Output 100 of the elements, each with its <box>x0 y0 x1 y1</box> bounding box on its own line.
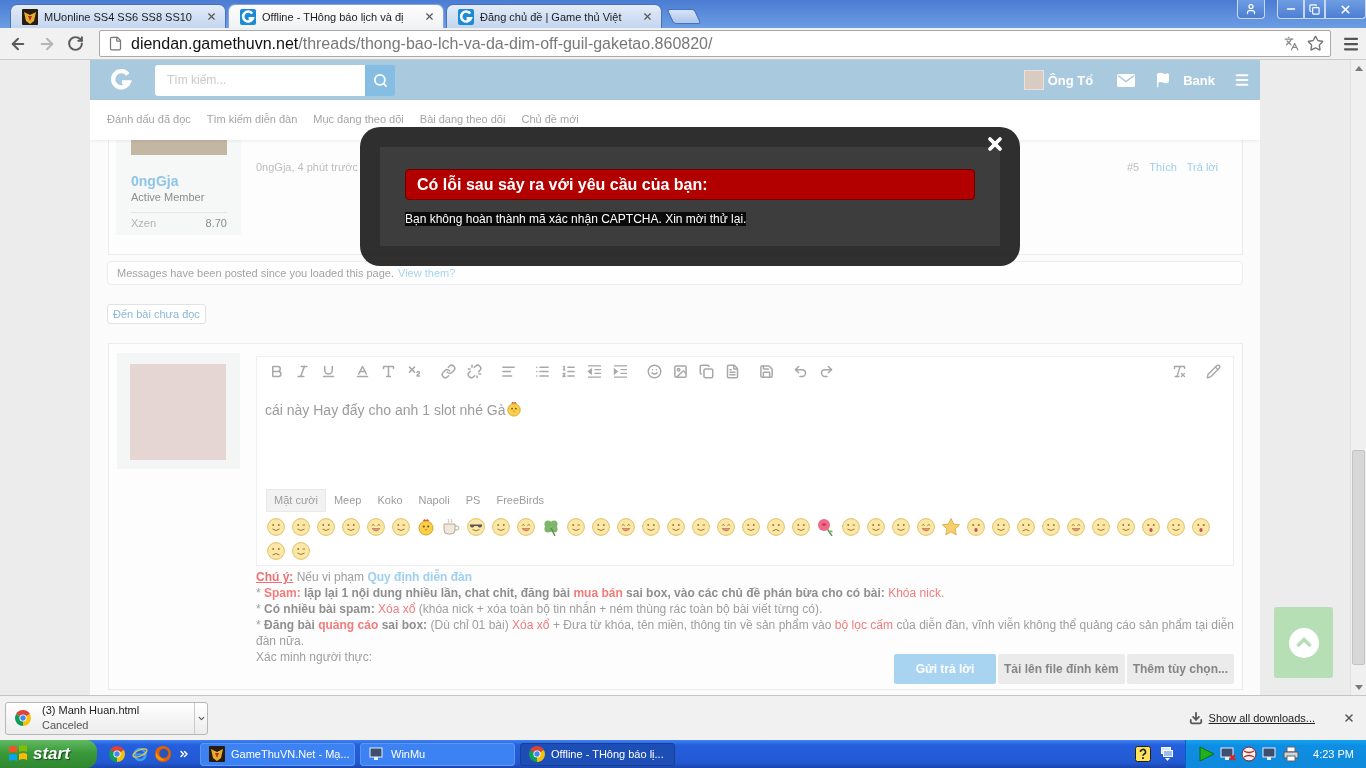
taskbar-button[interactable]: WinMu <box>360 742 515 766</box>
taskbar-button[interactable]: Offline - THông báo lị... <box>520 742 675 766</box>
window-stack-icon[interactable] <box>1161 747 1174 761</box>
unread-button[interactable]: Đến bài chưa đọc <box>107 304 206 324</box>
indent-icon[interactable] <box>613 363 628 379</box>
pencil-icon[interactable] <box>1206 363 1221 379</box>
scrollbar-thumb[interactable] <box>1352 450 1365 665</box>
printer-icon[interactable] <box>1283 746 1300 762</box>
document-icon[interactable] <box>725 363 740 379</box>
font-size-icon[interactable] <box>381 363 396 379</box>
outdent-icon[interactable] <box>587 363 602 379</box>
flag-icon[interactable] <box>1155 72 1172 88</box>
bullet-list-icon[interactable] <box>535 363 550 379</box>
close-icon[interactable] <box>424 11 435 22</box>
underline-icon[interactable] <box>321 363 336 379</box>
close-icon[interactable] <box>985 134 1005 154</box>
link-icon[interactable] <box>441 363 456 379</box>
browser-icon[interactable] <box>109 746 125 762</box>
post-number-link[interactable]: #5 <box>1127 161 1140 173</box>
copy-icon[interactable] <box>699 363 714 379</box>
close-icon[interactable] <box>206 11 217 22</box>
bank-link[interactable]: Bank <box>1183 72 1215 88</box>
image-icon[interactable] <box>673 363 688 379</box>
secondary-button[interactable]: Thêm tùy chọn... <box>1126 654 1234 684</box>
browser-tab[interactable]: Offline - THông báo lịch và đị <box>228 4 444 28</box>
scroll-down-icon[interactable] <box>1354 684 1363 690</box>
smiley-icon[interactable] <box>967 518 985 536</box>
browser-tab[interactable]: MUonline SS4 SS6 SS8 SS10 <box>10 4 226 28</box>
redo-icon[interactable] <box>819 363 834 379</box>
cup-icon[interactable] <box>442 518 460 536</box>
taskbar-button[interactable]: GameThuVN.Net - Mạ... <box>200 742 355 766</box>
download-menu-button[interactable] <box>194 702 207 734</box>
clover-icon[interactable] <box>542 518 560 536</box>
unlink-icon[interactable] <box>467 363 482 379</box>
browser-tab[interactable]: Đăng chủ đề | Game thủ Việt <box>446 4 662 28</box>
smiley-tab[interactable]: FreeBirds <box>488 488 553 512</box>
restore-button[interactable] <box>1304 0 1325 19</box>
logo-icon <box>458 8 474 25</box>
restore-icon <box>1309 3 1320 15</box>
close-icon[interactable] <box>1343 712 1355 724</box>
text-color-icon[interactable] <box>355 363 370 379</box>
smiley-tab[interactable]: Meep <box>325 488 370 512</box>
clear-format-icon[interactable] <box>1172 363 1187 379</box>
smiley-tab[interactable]: PS <box>457 488 489 512</box>
page-icon <box>108 36 123 51</box>
subnav-link[interactable]: Chủ đề mới <box>521 113 579 125</box>
username-link[interactable]: 0ngGja <box>131 173 179 189</box>
smiley-icon[interactable] <box>1192 518 1210 536</box>
browser-icon[interactable] <box>132 746 148 762</box>
message-field[interactable]: cái này Hay đấy cho anh 1 slot nhé Gà <box>257 385 1233 488</box>
monitor-cross-icon[interactable] <box>1220 746 1237 762</box>
save-icon[interactable] <box>759 363 774 379</box>
reload-icon[interactable] <box>67 35 84 52</box>
user-rank: Active Member <box>131 190 205 204</box>
ball-icon[interactable] <box>1241 746 1258 762</box>
post-action-link[interactable]: Thích <box>1149 161 1177 173</box>
smiley-face-icon[interactable] <box>647 363 662 379</box>
subscript-icon[interactable] <box>407 363 422 379</box>
bold-icon[interactable] <box>269 363 284 379</box>
star-icon[interactable] <box>1307 35 1324 52</box>
mail-icon[interactable] <box>1117 73 1136 87</box>
browser-icon[interactable] <box>155 746 171 762</box>
close-button[interactable] <box>1325 0 1366 19</box>
smiley-tab[interactable]: Napoli <box>410 488 458 512</box>
chick-icon[interactable] <box>417 518 435 536</box>
subnav-link[interactable]: Tìm kiếm diễn đàn <box>206 113 298 125</box>
smiley-icon[interactable] <box>467 518 485 536</box>
close-icon <box>1339 2 1352 16</box>
smiley-icon[interactable] <box>1142 518 1160 536</box>
submit-button[interactable]: Gửi trả lời <box>893 654 996 684</box>
secondary-button[interactable]: Tải lên file đính kèm <box>997 654 1125 684</box>
rules-link[interactable]: Quy định diễn đàn <box>367 570 473 584</box>
monitor-icon[interactable] <box>1262 746 1279 762</box>
post-action-link[interactable]: Trả lời <box>1186 161 1218 173</box>
show-all-link[interactable]: Show all downloads... <box>1208 712 1315 724</box>
address-field[interactable]: diendan.gamethuvn.net/threads/thong-bao-lch-va-da-dim-off-guil-gaketao.860820/ <box>99 30 1331 57</box>
smiley-tab[interactable]: Mặt cười <box>266 488 326 512</box>
close-icon[interactable] <box>642 11 653 22</box>
subnav-link[interactable]: Đánh dấu đã đọc <box>107 113 191 125</box>
align-left-icon[interactable] <box>501 363 516 379</box>
search-button[interactable] <box>365 64 395 96</box>
subnav-link[interactable]: Mục đang theo dõi <box>313 113 404 125</box>
rose-icon[interactable] <box>817 518 835 536</box>
user-link[interactable]: Ông Tổ <box>1047 72 1094 88</box>
scroll-up-icon[interactable] <box>1354 65 1363 71</box>
smiley-tab[interactable]: Koko <box>369 488 411 512</box>
logo-icon <box>240 8 256 25</box>
download-item[interactable]: (3) Manh Huan.html Canceled <box>5 701 208 735</box>
subnav-link[interactable]: Bài đang theo dõi <box>419 113 506 125</box>
translate-icon[interactable] <box>1284 36 1299 51</box>
undo-icon[interactable] <box>793 363 808 379</box>
numbered-list-icon[interactable] <box>561 363 576 379</box>
view-link[interactable]: View them? <box>398 267 456 279</box>
italic-icon[interactable] <box>295 363 310 379</box>
chevrons-right-icon[interactable] <box>178 748 190 760</box>
minimize-button[interactable] <box>1277 0 1304 19</box>
star-icon[interactable] <box>942 518 960 536</box>
start-button[interactable]: start <box>0 740 97 768</box>
help-icon[interactable] <box>1135 746 1152 762</box>
profile-button[interactable] <box>1237 0 1265 19</box>
